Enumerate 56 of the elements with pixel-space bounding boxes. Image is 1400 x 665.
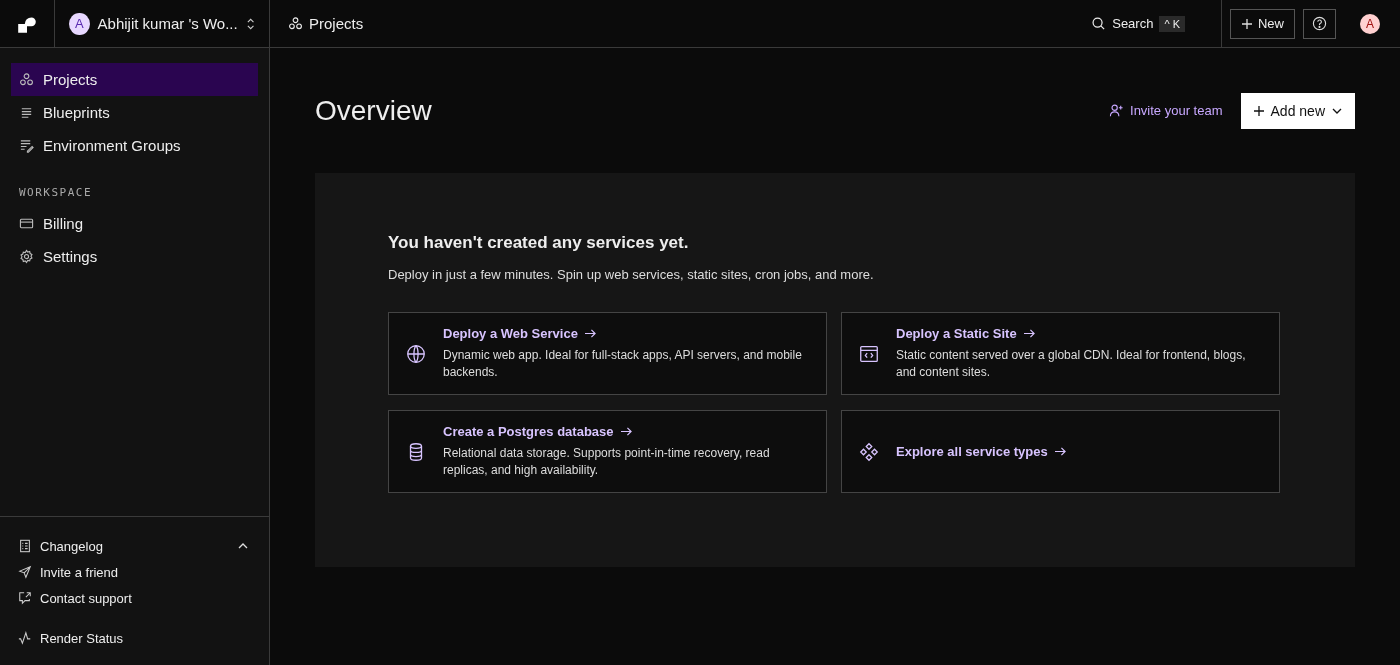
status-link[interactable]: Render Status xyxy=(18,625,251,651)
projects-icon xyxy=(288,16,303,31)
card-description: Static content served over a global CDN. Ideal for frontend, blogs, and content sites. xyxy=(896,347,1247,381)
breadcrumb-title: Projects xyxy=(309,15,364,32)
list-icon xyxy=(19,105,34,120)
sidebar-item[interactable]: Blueprints xyxy=(11,96,258,129)
sidebar-item[interactable]: Billing xyxy=(11,207,258,240)
changelog-link[interactable]: Changelog xyxy=(18,533,103,559)
shortcut-key: ^ K xyxy=(1159,15,1185,32)
workspace-avatar: A xyxy=(69,12,90,35)
search-button[interactable]: Search ^ K xyxy=(1091,0,1222,47)
plus-icon xyxy=(1241,17,1253,30)
user-avatar[interactable]: A xyxy=(1360,13,1380,34)
settings-icon xyxy=(19,249,34,264)
card-title: Explore all service types xyxy=(896,444,1067,459)
card-description: Dynamic web app. Ideal for full-stack apps, API servers, and mobile backends. xyxy=(443,347,803,381)
service-card[interactable]: Create a Postgres database Relational data storage. Supports point-in-time recovery, read replicas, and high availability. xyxy=(388,410,827,493)
arrow-right-icon xyxy=(1022,328,1036,339)
chat-external-icon xyxy=(18,591,32,605)
empty-state-text: Deploy in just a few minutes. Spin up web services, static sites, cron jobs, and more. xyxy=(388,267,875,282)
add-user-icon xyxy=(1109,103,1124,118)
card-description: Relational data storage. Supports point-in-time recovery, read replicas, and high availability. xyxy=(443,445,771,479)
sidebar-item[interactable]: Projects xyxy=(11,63,258,96)
sidebar-item[interactable]: Settings xyxy=(11,240,258,273)
globe-icon xyxy=(405,342,427,365)
chevron-up-down-icon xyxy=(245,16,255,31)
arrow-right-icon xyxy=(1053,446,1067,457)
help-icon xyxy=(1312,16,1327,31)
plus-icon xyxy=(1252,104,1265,117)
empty-state-heading: You haven't created any services yet. xyxy=(388,233,690,253)
pulse-icon xyxy=(18,631,32,645)
workspace-switcher[interactable]: A Abhijit kumar 's Wo... xyxy=(55,0,270,47)
sidebar-link[interactable]: Invite a friend xyxy=(18,559,251,585)
invite-link[interactable]: Invite your team xyxy=(1109,103,1223,118)
service-card[interactable]: Deploy a Web Service Dynamic web app. Ideal for full-stack apps, API servers, and mobile backends. xyxy=(388,312,827,395)
diamonds-icon xyxy=(858,440,880,463)
card-title: Create a Postgres database xyxy=(443,424,810,439)
card-title: Deploy a Web Service xyxy=(443,326,810,341)
document-list-icon xyxy=(18,539,32,553)
search-icon xyxy=(1091,16,1107,31)
arrow-right-icon xyxy=(583,328,597,339)
section-heading: WORKSPACE xyxy=(18,185,94,201)
arrow-right-icon xyxy=(619,426,633,437)
card-icon xyxy=(19,216,34,231)
help-button[interactable] xyxy=(1303,8,1336,39)
projects-icon xyxy=(19,72,34,87)
card-title: Deploy a Static Site xyxy=(896,326,1263,341)
document-edit-icon xyxy=(19,138,34,153)
sidebar-link[interactable]: Contact support xyxy=(18,585,251,611)
new-button[interactable]: New xyxy=(1230,8,1295,39)
sidebar-item[interactable]: Environment Groups xyxy=(11,129,258,162)
page-title: Overview xyxy=(315,94,432,127)
send-icon xyxy=(18,565,32,579)
service-card[interactable]: Deploy a Static Site Static content served over a global CDN. Ideal for frontend, blogs, and content sites. xyxy=(841,312,1280,395)
add-new-button[interactable]: Add new xyxy=(1240,92,1355,129)
service-card[interactable]: Explore all service types xyxy=(841,410,1280,493)
